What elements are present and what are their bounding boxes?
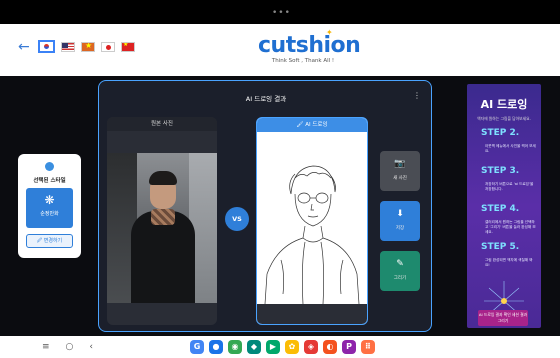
more-menu-icon[interactable]: ⋮ bbox=[413, 91, 421, 100]
palette-icon bbox=[45, 162, 54, 171]
flag-kr-icon[interactable] bbox=[38, 40, 55, 53]
ai-drawing-card: 🖌 AI 드로잉 bbox=[256, 117, 368, 325]
new-photo-label: 새 사진 bbox=[393, 176, 407, 181]
style-label: 선택된 스타일 bbox=[33, 178, 66, 184]
change-style-button[interactable]: 🖉 변경하기 bbox=[26, 234, 73, 248]
download-icon: ⬇ bbox=[396, 209, 404, 219]
app-window: ••• ← ✦ cutshion Think Soft , Thank All … bbox=[0, 0, 560, 358]
app-icon-purple[interactable]: P bbox=[342, 340, 356, 354]
ad-step-2-desc: 아웃벽 메뉴에서 사진을 찍어 보세요. bbox=[485, 144, 536, 153]
bottom-nav: ≡ ○ ‹ G ● ◉ ◆ ▶ ✿ ◈ ◐ P ⠿ bbox=[0, 336, 560, 358]
google-icon[interactable]: G bbox=[190, 340, 204, 354]
app-dock: G ● ◉ ◆ ▶ ✿ ◈ ◐ P ⠿ bbox=[190, 340, 375, 354]
back-icon[interactable]: ‹ bbox=[89, 341, 93, 353]
brush-icon: ✎ bbox=[396, 259, 404, 269]
ad-step-3: STEP 3. bbox=[481, 166, 520, 176]
save-label: 저장 bbox=[395, 226, 405, 231]
comic-style-icon: ❋ bbox=[44, 193, 55, 207]
panel-title: AI 드로잉 결과 bbox=[245, 95, 287, 103]
photo-person-scarf bbox=[151, 209, 175, 225]
logo-text: cutshion bbox=[258, 33, 361, 58]
ai-card-footer bbox=[257, 304, 367, 324]
flag-vn-icon[interactable] bbox=[81, 42, 95, 52]
chrome-icon[interactable]: ◉ bbox=[228, 340, 242, 354]
language-selector bbox=[38, 40, 135, 55]
camera-icon: 📷 bbox=[394, 159, 406, 169]
cutshion-logo: ✦ cutshion Think Soft , Thank All ! bbox=[258, 28, 361, 64]
ad-step-5-desc: 그림 완성되면 액자에 색칠해 봐요! bbox=[485, 258, 533, 267]
style-tile-label: 순정만화 bbox=[40, 211, 59, 217]
original-photo bbox=[107, 153, 217, 303]
app-drawer-icon[interactable]: ⠿ bbox=[361, 340, 375, 354]
main-area: 선택된 스타일 ❋ 순정만화 🖉 변경하기 AI 드로잉 결과 ⋮ 원본 사진 bbox=[0, 76, 560, 336]
ai-line-drawing bbox=[257, 154, 366, 305]
back-arrow-icon[interactable]: ← bbox=[18, 40, 30, 54]
status-bar: ••• bbox=[0, 0, 560, 24]
line-drawing-svg bbox=[264, 165, 360, 305]
flag-cn-icon[interactable] bbox=[121, 42, 135, 52]
ad-step-3-desc: 저장하기 버튼으로 'ai 드로잉'을 저장합니다. bbox=[485, 182, 534, 191]
photo-person-hair bbox=[149, 171, 177, 185]
flag-jp-icon[interactable] bbox=[101, 42, 115, 52]
ad-subtitle: 액자에 원하는 그림을 담아보세요. bbox=[477, 116, 531, 121]
save-button[interactable]: ⬇ 저장 bbox=[380, 201, 420, 241]
ad-step-4: STEP 4. bbox=[481, 204, 520, 214]
ad-cta-button[interactable]: AI 드로잉 결과 확인 세션 결과 그리기 bbox=[478, 310, 528, 326]
play-store-icon[interactable]: ▶ bbox=[266, 340, 280, 354]
ad-step-4-desc: 갤러리에서 원하는 그림을 선택하고 '그리기' 버튼을 눌러 완성해 보세요. bbox=[485, 220, 536, 234]
ad-step-5: STEP 5. bbox=[481, 242, 520, 252]
style-card: 선택된 스타일 ❋ 순정만화 🖉 변경하기 bbox=[18, 154, 81, 258]
vs-badge: VS bbox=[225, 207, 249, 231]
original-photo-card: 원본 사진 bbox=[107, 117, 217, 325]
flag-us-icon[interactable] bbox=[61, 42, 75, 52]
status-dots: ••• bbox=[272, 8, 291, 18]
original-photo-label: 원본 사진 bbox=[107, 117, 217, 131]
result-panel: AI 드로잉 결과 ⋮ 원본 사진 VS 🖌 AI 드로잉 📷 새 사진 ⬇ 저… bbox=[98, 80, 432, 332]
messages-icon[interactable]: ● bbox=[209, 340, 223, 354]
selected-style-tile[interactable]: ❋ 순정만화 bbox=[26, 188, 73, 228]
app-icon-red[interactable]: ◈ bbox=[304, 340, 318, 354]
header: ← ✦ cutshion Think Soft , Thank All ! bbox=[0, 24, 560, 76]
ai-drawing-label: 🖌 AI 드로잉 bbox=[257, 118, 367, 132]
home-icon[interactable]: ○ bbox=[66, 341, 74, 353]
app-icon-colorful[interactable]: ◐ bbox=[323, 340, 337, 354]
logo-spark-icon: ✦ bbox=[326, 28, 333, 37]
draw-button[interactable]: ✎ 그리기 bbox=[380, 251, 420, 291]
ad-title: AI 드로잉 bbox=[480, 98, 528, 111]
ad-step-2: STEP 2. bbox=[481, 128, 520, 138]
photos-icon[interactable]: ✿ bbox=[285, 340, 299, 354]
recents-icon[interactable]: ≡ bbox=[42, 341, 50, 353]
logo-tagline: Think Soft , Thank All ! bbox=[271, 58, 335, 64]
system-nav: ≡ ○ ‹ bbox=[42, 341, 93, 353]
draw-label: 그리기 bbox=[393, 276, 407, 281]
new-photo-button[interactable]: 📷 새 사진 bbox=[380, 151, 420, 191]
ad-banner[interactable]: AI 드로잉 액자에 원하는 그림을 담아보세요. STEP 2. 아웃벽 메뉴… bbox=[467, 84, 541, 328]
meet-icon[interactable]: ◆ bbox=[247, 340, 261, 354]
